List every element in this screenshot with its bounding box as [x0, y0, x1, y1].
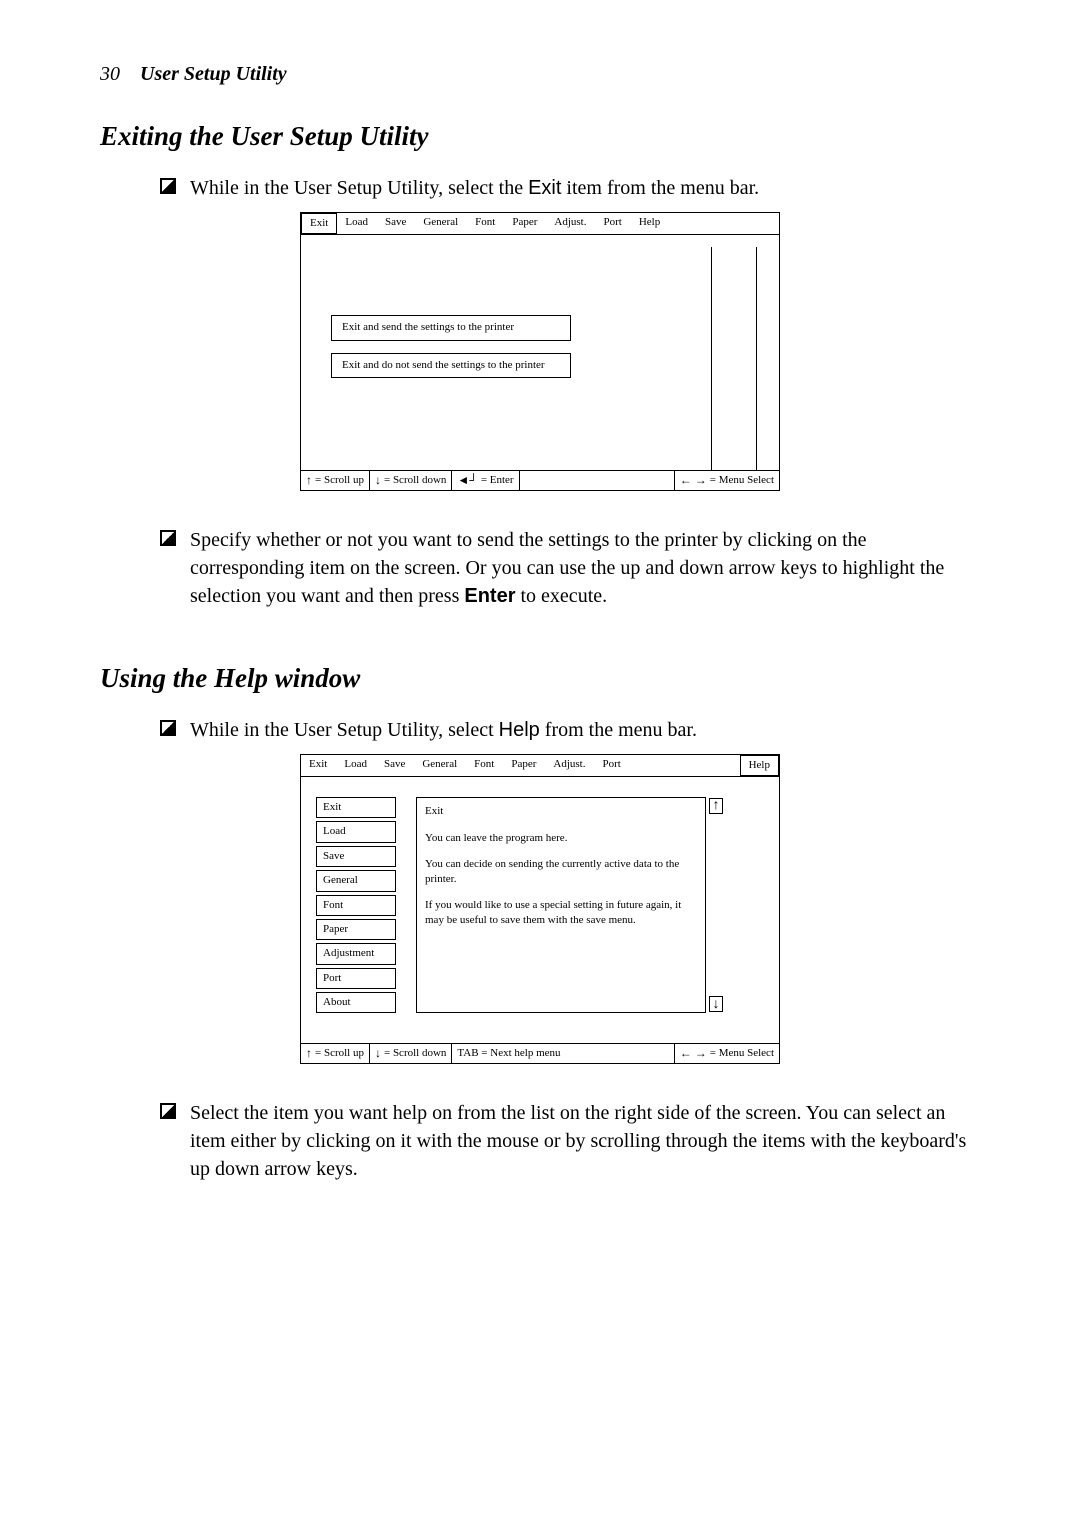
status-menuselect: ←→= Menu Select [675, 471, 779, 490]
status-spacer [520, 471, 675, 490]
status-menuselect: ←→= Menu Select [675, 1044, 779, 1063]
status-tab: TAB = Next help menu [452, 1044, 674, 1063]
menu-general[interactable]: General [414, 755, 466, 776]
separator [711, 247, 712, 470]
status-bar: ↑= Scroll up ↓= Scroll down ◄┘= Enter ←→… [301, 470, 779, 490]
help-detail-p3: If you would like to use a special setti… [425, 898, 697, 929]
help-body: Exit Load Save General Font Paper Adjust… [301, 777, 779, 1044]
help-item-exit[interactable]: Exit [316, 797, 396, 818]
bullet-row: While in the User Setup Utility, select … [160, 174, 970, 202]
status-enter: ◄┘= Enter [452, 471, 519, 490]
menu-bar: Exit Load Save General Font Paper Adjust… [301, 213, 779, 235]
help-detail-panel: Exit You can leave the program here. You… [416, 797, 706, 1014]
menu-adjust[interactable]: Adjust. [545, 755, 594, 776]
dialog-body: Exit and send the settings to the printe… [301, 235, 779, 470]
help-item-font[interactable]: Font [316, 895, 396, 916]
menu-bar: Exit Load Save General Font Paper Adjust… [301, 755, 779, 777]
exit-options: Exit and send the settings to the printe… [301, 235, 779, 470]
bullet-row: While in the User Setup Utility, select … [160, 716, 970, 744]
arrow-right-icon: → [695, 1045, 707, 1062]
arrow-down-icon: ↓ [375, 1045, 381, 1062]
section-heading-exiting: Exiting the User Setup Utility [100, 118, 980, 156]
help-item-paper[interactable]: Paper [316, 919, 396, 940]
help-item-adjustment[interactable]: Adjustment [316, 943, 396, 964]
bullet-text: Select the item you want help on from th… [190, 1099, 970, 1183]
option-exit-nosend[interactable]: Exit and do not send the settings to the… [331, 353, 571, 378]
arrow-left-icon: ← [680, 1045, 692, 1062]
status-bar: ↑= Scroll up ↓= Scroll down TAB = Next h… [301, 1043, 779, 1063]
page-number: 30 [100, 63, 120, 85]
scroll-down-icon[interactable]: ↓ [709, 996, 723, 1012]
menu-save[interactable]: Save [377, 213, 415, 234]
menu-help[interactable]: Help [740, 755, 779, 776]
help-item-load[interactable]: Load [316, 821, 396, 842]
bullet-row: Specify whether or not you want to send … [160, 526, 970, 610]
bullet-icon [160, 530, 176, 546]
bullet-text: While in the User Setup Utility, select … [190, 174, 970, 202]
dialog-exit: Exit Load Save General Font Paper Adjust… [300, 212, 780, 491]
help-item-save[interactable]: Save [316, 846, 396, 867]
menu-exit[interactable]: Exit [301, 213, 337, 234]
status-scrolldown: ↓= Scroll down [370, 1044, 452, 1063]
bullet-icon [160, 1103, 176, 1119]
arrow-down-icon: ↓ [375, 472, 381, 489]
arrow-up-icon: ↑ [306, 1045, 312, 1062]
menu-load[interactable]: Load [336, 755, 376, 776]
dialog-exit-wrapper: Exit Load Save General Font Paper Adjust… [100, 212, 980, 491]
menu-load[interactable]: Load [337, 213, 377, 234]
menu-paper[interactable]: Paper [503, 755, 545, 776]
help-item-general[interactable]: General [316, 870, 396, 891]
status-scrollup: ↑= Scroll up [301, 471, 370, 490]
section-heading-help: Using the Help window [100, 660, 980, 698]
help-detail-title: Exit [425, 804, 697, 819]
menu-port[interactable]: Port [594, 755, 629, 776]
enter-icon: ◄┘ [457, 472, 477, 489]
arrow-up-icon: ↑ [306, 472, 312, 489]
menu-paper[interactable]: Paper [504, 213, 546, 234]
help-item-port[interactable]: Port [316, 968, 396, 989]
status-scrollup: ↑= Scroll up [301, 1044, 370, 1063]
bullet-text: While in the User Setup Utility, select … [190, 716, 970, 744]
dialog-help: Exit Load Save General Font Paper Adjust… [300, 754, 780, 1065]
scroll-up-icon[interactable]: ↑ [709, 798, 723, 814]
help-detail-p2: You can decide on sending the currently … [425, 857, 697, 888]
menu-exit[interactable]: Exit [301, 755, 336, 776]
page-header: 30 User Setup Utility [100, 60, 980, 88]
option-exit-send[interactable]: Exit and send the settings to the printe… [331, 315, 571, 340]
bullet-row: Select the item you want help on from th… [160, 1099, 970, 1183]
menu-save[interactable]: Save [376, 755, 414, 776]
bullet-icon [160, 720, 176, 736]
help-item-about[interactable]: About [316, 992, 396, 1013]
page-header-title: User Setup Utility [140, 63, 287, 85]
menu-adjust[interactable]: Adjust. [546, 213, 595, 234]
scroll-indicators: ↑ ↓ [709, 798, 723, 1013]
dialog-help-wrapper: Exit Load Save General Font Paper Adjust… [100, 754, 980, 1065]
menu-port[interactable]: Port [595, 213, 630, 234]
menu-font[interactable]: Font [466, 755, 503, 776]
arrow-right-icon: → [695, 472, 707, 489]
separator [756, 247, 757, 470]
status-scrolldown: ↓= Scroll down [370, 471, 452, 490]
menu-font[interactable]: Font [467, 213, 504, 234]
menu-general[interactable]: General [415, 213, 467, 234]
bullet-icon [160, 178, 176, 194]
help-topic-list: Exit Load Save General Font Paper Adjust… [316, 797, 396, 1014]
arrow-left-icon: ← [680, 472, 692, 489]
help-detail-p1: You can leave the program here. [425, 831, 697, 846]
bullet-text: Specify whether or not you want to send … [190, 526, 970, 610]
menu-help[interactable]: Help [631, 213, 669, 234]
